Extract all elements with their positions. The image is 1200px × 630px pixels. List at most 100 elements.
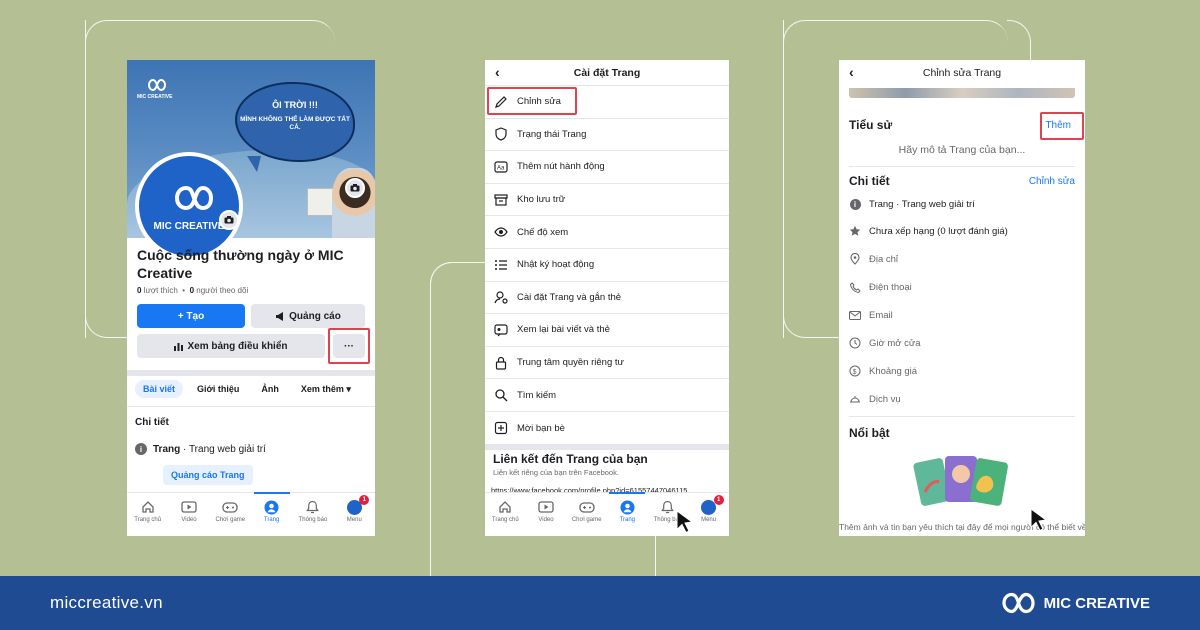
menu-item-view-mode[interactable]: Chế độ xem <box>485 216 729 249</box>
category-rest: · Trang web giải trí <box>183 443 266 455</box>
promote-page-button[interactable]: Quảng cáo Trang <box>163 465 253 485</box>
bubble-line-1: ÔI TRỜI !!! <box>272 100 318 110</box>
menu-item-page-status[interactable]: Trạng thái Trang <box>485 119 729 152</box>
dashboard-button[interactable]: Xem bảng điều khiển <box>137 334 325 358</box>
detail-hours-label: Giờ mở cửa <box>869 337 921 349</box>
tab-posts[interactable]: Bài viết <box>135 380 184 398</box>
nav-home[interactable]: Trang chủ <box>485 499 525 523</box>
tab-more[interactable]: Xem thêm ▾ <box>293 380 359 399</box>
gaming-icon <box>578 501 595 513</box>
menu-item-privacy-center-label: Trung tâm quyền riêng tư <box>517 357 624 369</box>
menu-item-archive[interactable]: Kho lưu trữ <box>485 184 729 217</box>
detail-address[interactable]: Địa chỉ <box>849 253 898 265</box>
nav-notifications[interactable]: Thông báo <box>293 499 333 523</box>
nav-menu[interactable]: 1 Menu <box>689 495 729 523</box>
page-title: Cuộc sống thường ngày ở MIC Creative <box>137 247 344 281</box>
details-edit-link[interactable]: Chỉnh sửa <box>1029 176 1075 187</box>
nav-menu-label: Menu <box>346 517 362 523</box>
featured-cards-illustration <box>913 456 1008 506</box>
avatar-camera-button[interactable] <box>219 210 239 230</box>
menu-item-review-posts-label: Xem lại bài viết và thẻ <box>517 324 610 336</box>
menu-item-tag-settings[interactable]: Cài đặt Trang và gắn thẻ <box>485 282 729 315</box>
photo-strip <box>849 88 1075 98</box>
nav-page[interactable]: Trang <box>607 492 647 523</box>
bio-divider <box>849 166 1075 167</box>
settings-title: Cài đặt Trang <box>573 66 641 79</box>
menu-item-edit[interactable]: Chỉnh sửa <box>485 86 729 119</box>
gaming-icon <box>222 501 238 513</box>
svg-text:$: $ <box>853 369 857 376</box>
back-arrow-icon[interactable]: ‹ <box>849 64 854 80</box>
ads-button[interactable]: Quảng cáo <box>251 304 365 328</box>
megaphone-icon <box>276 311 284 321</box>
detail-email-label: Email <box>869 309 893 321</box>
bio-placeholder[interactable]: Hãy mô tả Trang của bạn... <box>839 144 1085 156</box>
back-arrow-icon[interactable]: ‹ <box>495 64 500 80</box>
list-icon <box>495 259 507 270</box>
menu-item-archive-label: Kho lưu trữ <box>517 194 566 206</box>
detail-hours[interactable]: Giờ mở cửa <box>849 337 921 349</box>
ads-button-label: Quảng cáo <box>289 310 341 322</box>
page-profile-screen: MIC CREATIVE ÔI TRỜI !!! MÌNH KHÔNG THỂ … <box>127 60 375 536</box>
tab-photos[interactable]: Ảnh <box>253 380 287 398</box>
featured-heading: Nổi bật <box>849 426 890 440</box>
featured-caption: Thêm ảnh và tin bạn yêu thích tại đây để… <box>839 522 1085 532</box>
archive-icon <box>494 193 508 206</box>
nav-notifications[interactable]: Thông báo <box>648 499 688 523</box>
eye-icon <box>494 227 508 237</box>
menu-item-review-posts[interactable]: Xem lại bài viết và thẻ <box>485 314 729 347</box>
page-link-subtitle: Liên kết riêng của bạn trên Facebook. <box>493 468 619 477</box>
bottom-nav: Trang chủ Video Chơi game Trang Thông bá… <box>127 492 375 536</box>
nav-page-label: Trang <box>263 517 280 523</box>
action-button-icon: Aa <box>494 161 508 173</box>
likes-count: 0 <box>137 286 142 295</box>
menu-item-privacy-center[interactable]: Trung tâm quyền riêng tư <box>485 347 729 380</box>
nav-page[interactable]: Trang <box>252 492 292 523</box>
location-icon <box>850 253 860 265</box>
page-category: i Trang · Trang web giải trí <box>135 443 266 455</box>
detail-category[interactable]: i Trang · Trang web giải trí <box>849 198 975 210</box>
detail-services[interactable]: Dịch vụ <box>849 393 901 405</box>
menu-item-invite-friends[interactable]: Mời bạn bè <box>485 412 729 445</box>
menu-item-action-button[interactable]: Aa Thêm nút hành động <box>485 151 729 184</box>
speech-bubble-tail <box>247 156 261 172</box>
chart-icon <box>174 342 184 351</box>
detail-email[interactable]: Email <box>849 309 893 321</box>
menu-badge: 1 <box>713 495 724 505</box>
tab-about[interactable]: Giới thiệu <box>189 380 247 398</box>
page-avatar[interactable]: MIC CREATIVE <box>135 152 243 260</box>
nav-video-label: Video <box>181 517 197 523</box>
details-heading: Chi tiết <box>135 417 169 428</box>
nav-menu[interactable]: 1 Menu <box>334 495 374 523</box>
detail-phone[interactable]: Điện thoại <box>849 281 912 293</box>
bell-icon <box>306 500 320 514</box>
shield-icon <box>495 127 507 142</box>
lock-icon <box>495 356 507 370</box>
settings-header: ‹ Cài đặt Trang <box>485 60 729 86</box>
menu-item-search[interactable]: Tìm kiếm <box>485 379 729 412</box>
more-options-button[interactable]: ··· <box>333 334 365 358</box>
bell-icon <box>661 500 675 514</box>
detail-price-range[interactable]: $ Khoảng giá <box>849 365 917 377</box>
detail-rating[interactable]: Chưa xếp hạng (0 lượt đánh giá) <box>849 225 1008 237</box>
decor-frame-left-bottom <box>85 20 127 338</box>
nav-gaming[interactable]: Chơi game <box>567 499 607 523</box>
menu-item-activity-log[interactable]: Nhật ký hoạt động <box>485 249 729 282</box>
menu-item-activity-log-label: Nhật ký hoạt động <box>517 259 595 271</box>
info-icon: i <box>849 198 861 210</box>
menu-item-tag-settings-label: Cài đặt Trang và gắn thẻ <box>517 291 622 303</box>
cover-camera-button[interactable] <box>345 178 365 198</box>
page-icon <box>264 500 279 514</box>
bio-add-link[interactable]: Thêm <box>1045 120 1071 131</box>
nav-video[interactable]: Video <box>169 499 209 523</box>
create-button[interactable]: + Tạo <box>137 304 245 328</box>
bubble-line-2: MÌNH KHÔNG THỂ LÀM ĐƯỢC TẤT CẢ. <box>240 116 350 132</box>
nav-home[interactable]: Trang chủ <box>128 499 168 523</box>
nav-home-label: Trang chủ <box>491 517 519 523</box>
nav-video[interactable]: Video <box>526 499 566 523</box>
phone-icon <box>849 281 861 293</box>
footer-website[interactable]: miccreative.vn <box>50 593 163 613</box>
decor-frame-middle-corner <box>430 262 460 292</box>
edit-page-screen: ‹ Chỉnh sửa Trang Tiểu sử Thêm Hãy mô tả… <box>839 60 1085 536</box>
nav-gaming[interactable]: Chơi game <box>210 499 250 523</box>
